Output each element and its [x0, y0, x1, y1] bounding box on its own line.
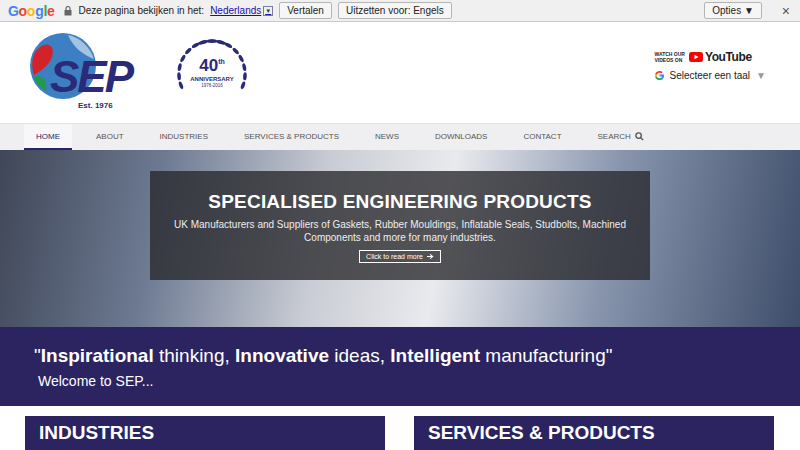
translate-button[interactable]: Vertalen — [279, 2, 332, 19]
translate-prompt: Deze pagina bekijken in het: — [78, 5, 204, 16]
nav-item[interactable]: ABOUT — [84, 124, 136, 150]
tagline-banner: "Inspirational thinking, Innovative idea… — [0, 327, 800, 406]
lock-icon — [64, 6, 72, 16]
established: Est. 1976 — [78, 101, 113, 110]
sep-logo[interactable]: SEP Est. 1976 — [28, 31, 160, 115]
welcome-text: Welcome to SEP... — [34, 373, 800, 389]
translate-bar: Google Deze pagina bekijken in het: Nederl… — [0, 0, 800, 22]
translate-button[interactable]: Uitzetten voor: Engels — [338, 2, 452, 19]
hero-subtitle: UK Manufacturers and Suppliers of Gasket… — [170, 218, 630, 244]
nav-item[interactable]: NEWS — [363, 124, 411, 150]
nav-item[interactable]: DOWNLOADS — [423, 124, 499, 150]
language-dropdown[interactable]: Selecteer een taal▼ — [654, 70, 766, 81]
close-button[interactable]: × — [782, 3, 792, 19]
nav-item[interactable]: SEARCH — [586, 124, 656, 150]
section-title[interactable]: SERVICES & PRODUCTS — [414, 416, 774, 450]
nav-item[interactable]: INDUSTRIES — [148, 124, 220, 150]
options-button[interactable]: Opties ▼ — [704, 2, 762, 19]
logo-text: SEP — [50, 55, 132, 99]
sections: INDUSTRIES SERVICES & PRODUCTS — [0, 406, 800, 450]
hero-photo: SPECIALISED ENGINEERING PRODUCTS UK Manuf… — [0, 150, 800, 327]
youtube-play-icon — [689, 52, 703, 62]
page: Google Deze pagina bekijken in het: Nederl… — [0, 0, 800, 450]
main-nav: HOME ABOUT INDUSTRIES SERVICES & PRODUCTS NE… — [0, 123, 800, 150]
anniversary-badge: 40thANNIVERSARY1976-2016 — [174, 34, 250, 110]
site-header: SEP Est. 1976 40thANNIVERSARY1976-2016 WATC… — [0, 22, 800, 123]
search-icon — [635, 132, 644, 141]
youtube-link[interactable]: WATCH OURVIDEOS ONYouTube — [654, 50, 751, 64]
google-logo: Google — [8, 3, 54, 19]
google-g-icon — [654, 70, 665, 81]
section-panel: SERVICES & PRODUCTS — [414, 416, 774, 450]
nav-item[interactable]: CONTACT — [511, 124, 573, 150]
nav-item[interactable]: SERVICES & PRODUCTS — [232, 124, 351, 150]
section-panel: INDUSTRIES — [25, 416, 385, 450]
tagline: "Inspirational thinking, Innovative idea… — [34, 345, 800, 367]
arrow-right-icon — [427, 253, 434, 260]
nav-item[interactable]: HOME — [24, 124, 72, 150]
hero-caption: SPECIALISED ENGINEERING PRODUCTS UK Manuf… — [150, 171, 650, 280]
read-more-button[interactable]: Click to read more — [359, 250, 441, 263]
language-select[interactable]: Nederlands▼ — [210, 5, 273, 16]
section-title[interactable]: INDUSTRIES — [25, 416, 385, 450]
hero-title: SPECIALISED ENGINEERING PRODUCTS — [208, 191, 591, 213]
